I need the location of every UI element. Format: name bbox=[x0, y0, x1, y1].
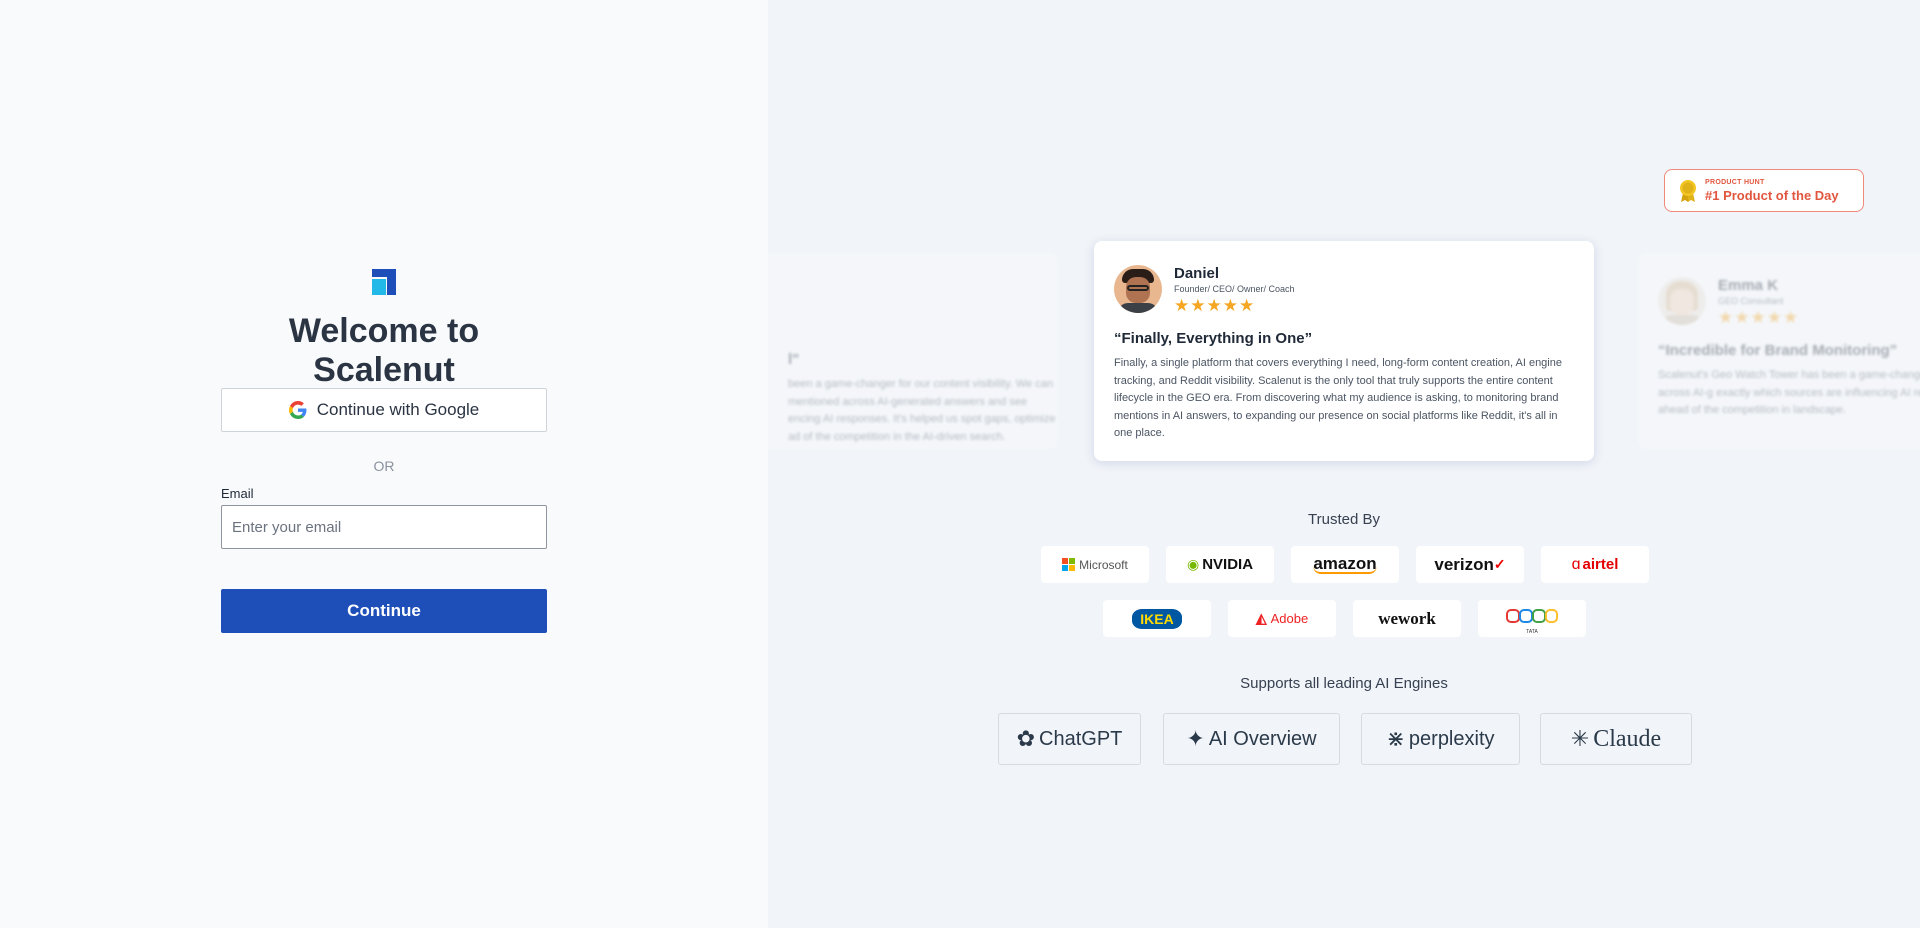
testimonial-card: Daniel Founder/ CEO/ Owner/ Coach ★★★★★ … bbox=[1094, 241, 1594, 461]
email-field[interactable] bbox=[221, 505, 547, 549]
verizon-check-icon: ✓ bbox=[1493, 556, 1506, 572]
testimonial-author: Daniel Founder/ CEO/ Owner/ Coach ★★★★★ bbox=[1114, 265, 1574, 316]
microsoft-logo: Microsoft bbox=[1041, 546, 1149, 583]
testimonial-body: Scalenut's Geo Watch Tower has been a ga… bbox=[1658, 369, 1920, 416]
author-name: Daniel bbox=[1174, 265, 1220, 282]
author-role: GEO Consultant bbox=[1718, 296, 1784, 306]
author-role: Founder/ CEO/ Owner/ Coach bbox=[1174, 284, 1295, 294]
testimonial-body: Finally, a single platform that covers e… bbox=[1114, 357, 1562, 439]
testimonial-title: l" bbox=[788, 351, 800, 368]
tata-rings-icon bbox=[1506, 608, 1558, 623]
testimonial-title: “Finally, Everything in One” bbox=[1114, 330, 1313, 347]
engine-claude: ✳ Claude bbox=[1540, 713, 1692, 765]
airtel-logo: ɑ airtel bbox=[1541, 546, 1649, 583]
adobe-logo: ◭ Adobe bbox=[1228, 600, 1336, 637]
medal-icon bbox=[1680, 179, 1696, 202]
nvidia-eye-icon: ◉ bbox=[1186, 556, 1200, 572]
chatgpt-icon: ✿ bbox=[1016, 726, 1036, 751]
engine-ai-overview: ✦ AI Overview bbox=[1163, 713, 1340, 765]
continue-button[interactable]: Continue bbox=[221, 589, 547, 633]
testimonial-title: “Incredible for Brand Monitoring” bbox=[1658, 342, 1898, 359]
marketing-panel: PRODUCT HUNT #1 Product of the Day l" be… bbox=[768, 0, 1920, 928]
login-panel: Welcome to Scalenut Continue with Google… bbox=[0, 0, 768, 928]
verizon-logo: verizon ✓ bbox=[1416, 546, 1524, 583]
nvidia-logo: ◉ NVIDIA bbox=[1166, 546, 1274, 583]
or-divider: OR bbox=[373, 458, 395, 474]
scalenut-logo bbox=[372, 269, 396, 295]
continue-with-google-button[interactable]: Continue with Google bbox=[221, 388, 547, 432]
testimonial-card-prev[interactable]: l" been a game-changer for our content v… bbox=[768, 253, 1058, 449]
testimonial-author: Emma K GEO Consultant ★★★★★ bbox=[1658, 277, 1920, 328]
testimonial-body: been a game-changer for our content visi… bbox=[788, 378, 1056, 443]
sparkle-icon: ✦ bbox=[1186, 726, 1205, 751]
airtel-swirl-icon: ɑ bbox=[1571, 555, 1581, 573]
trusted-by-heading: Trusted By bbox=[1308, 511, 1380, 528]
google-button-label: Continue with Google bbox=[316, 400, 480, 419]
adobe-a-icon: ◭ bbox=[1255, 610, 1267, 626]
avatar bbox=[1114, 265, 1162, 313]
tata-logo: TATA bbox=[1478, 600, 1586, 637]
engine-perplexity: ⋇ perplexity bbox=[1361, 713, 1520, 765]
badge-title: #1 Product of the Day bbox=[1705, 187, 1839, 203]
wework-logo: wework bbox=[1353, 600, 1461, 637]
product-hunt-badge[interactable]: PRODUCT HUNT #1 Product of the Day bbox=[1664, 169, 1864, 212]
rating-stars: ★★★★★ bbox=[1174, 296, 1256, 315]
rating-stars: ★★★★★ bbox=[1718, 308, 1800, 327]
amazon-logo: amazon bbox=[1291, 546, 1399, 583]
badge-caption: PRODUCT HUNT bbox=[1705, 178, 1765, 186]
engines-heading: Supports all leading AI Engines bbox=[1240, 675, 1448, 692]
email-label: Email bbox=[221, 486, 254, 501]
google-icon bbox=[288, 401, 307, 419]
perplexity-icon: ⋇ bbox=[1386, 726, 1405, 751]
testimonial-card-next[interactable]: Emma K GEO Consultant ★★★★★ “Incredible … bbox=[1638, 253, 1920, 449]
avatar bbox=[1658, 277, 1706, 325]
claude-icon: ✳ bbox=[1570, 726, 1590, 751]
author-name: Emma K bbox=[1718, 277, 1779, 294]
page-title: Welcome to Scalenut bbox=[288, 312, 480, 389]
ikea-logo: IKEA bbox=[1103, 600, 1211, 637]
engine-chatgpt: ✿ ChatGPT bbox=[998, 713, 1141, 765]
